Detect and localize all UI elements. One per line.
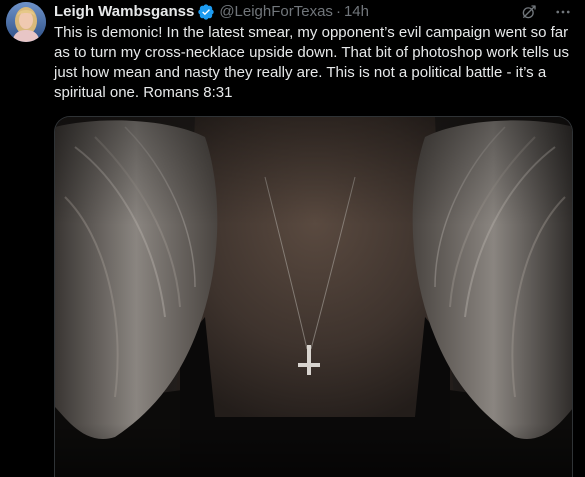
tweet-media-photo[interactable] bbox=[54, 116, 573, 477]
tweet-header: Leigh Wambsganss @LeighForTexas · 14h bbox=[54, 2, 369, 22]
timestamp[interactable]: 14h bbox=[344, 2, 369, 22]
avatar-image bbox=[6, 2, 46, 42]
verified-badge-icon[interactable] bbox=[197, 3, 215, 21]
author-handle[interactable]: @LeighForTexas bbox=[219, 2, 333, 22]
more-options-icon[interactable] bbox=[553, 2, 573, 22]
separator-dot: · bbox=[335, 3, 341, 20]
tweet: Leigh Wambsganss @LeighForTexas · 14h Th… bbox=[0, 0, 585, 477]
author-avatar[interactable] bbox=[6, 2, 46, 42]
author-name[interactable]: Leigh Wambsganss bbox=[54, 2, 194, 22]
photo-upside-down-cross-necklace bbox=[55, 117, 572, 477]
tweet-text: This is demonic! In the latest smear, my… bbox=[54, 24, 569, 101]
tweet-actions-top bbox=[519, 2, 573, 22]
grok-icon[interactable] bbox=[519, 2, 539, 22]
